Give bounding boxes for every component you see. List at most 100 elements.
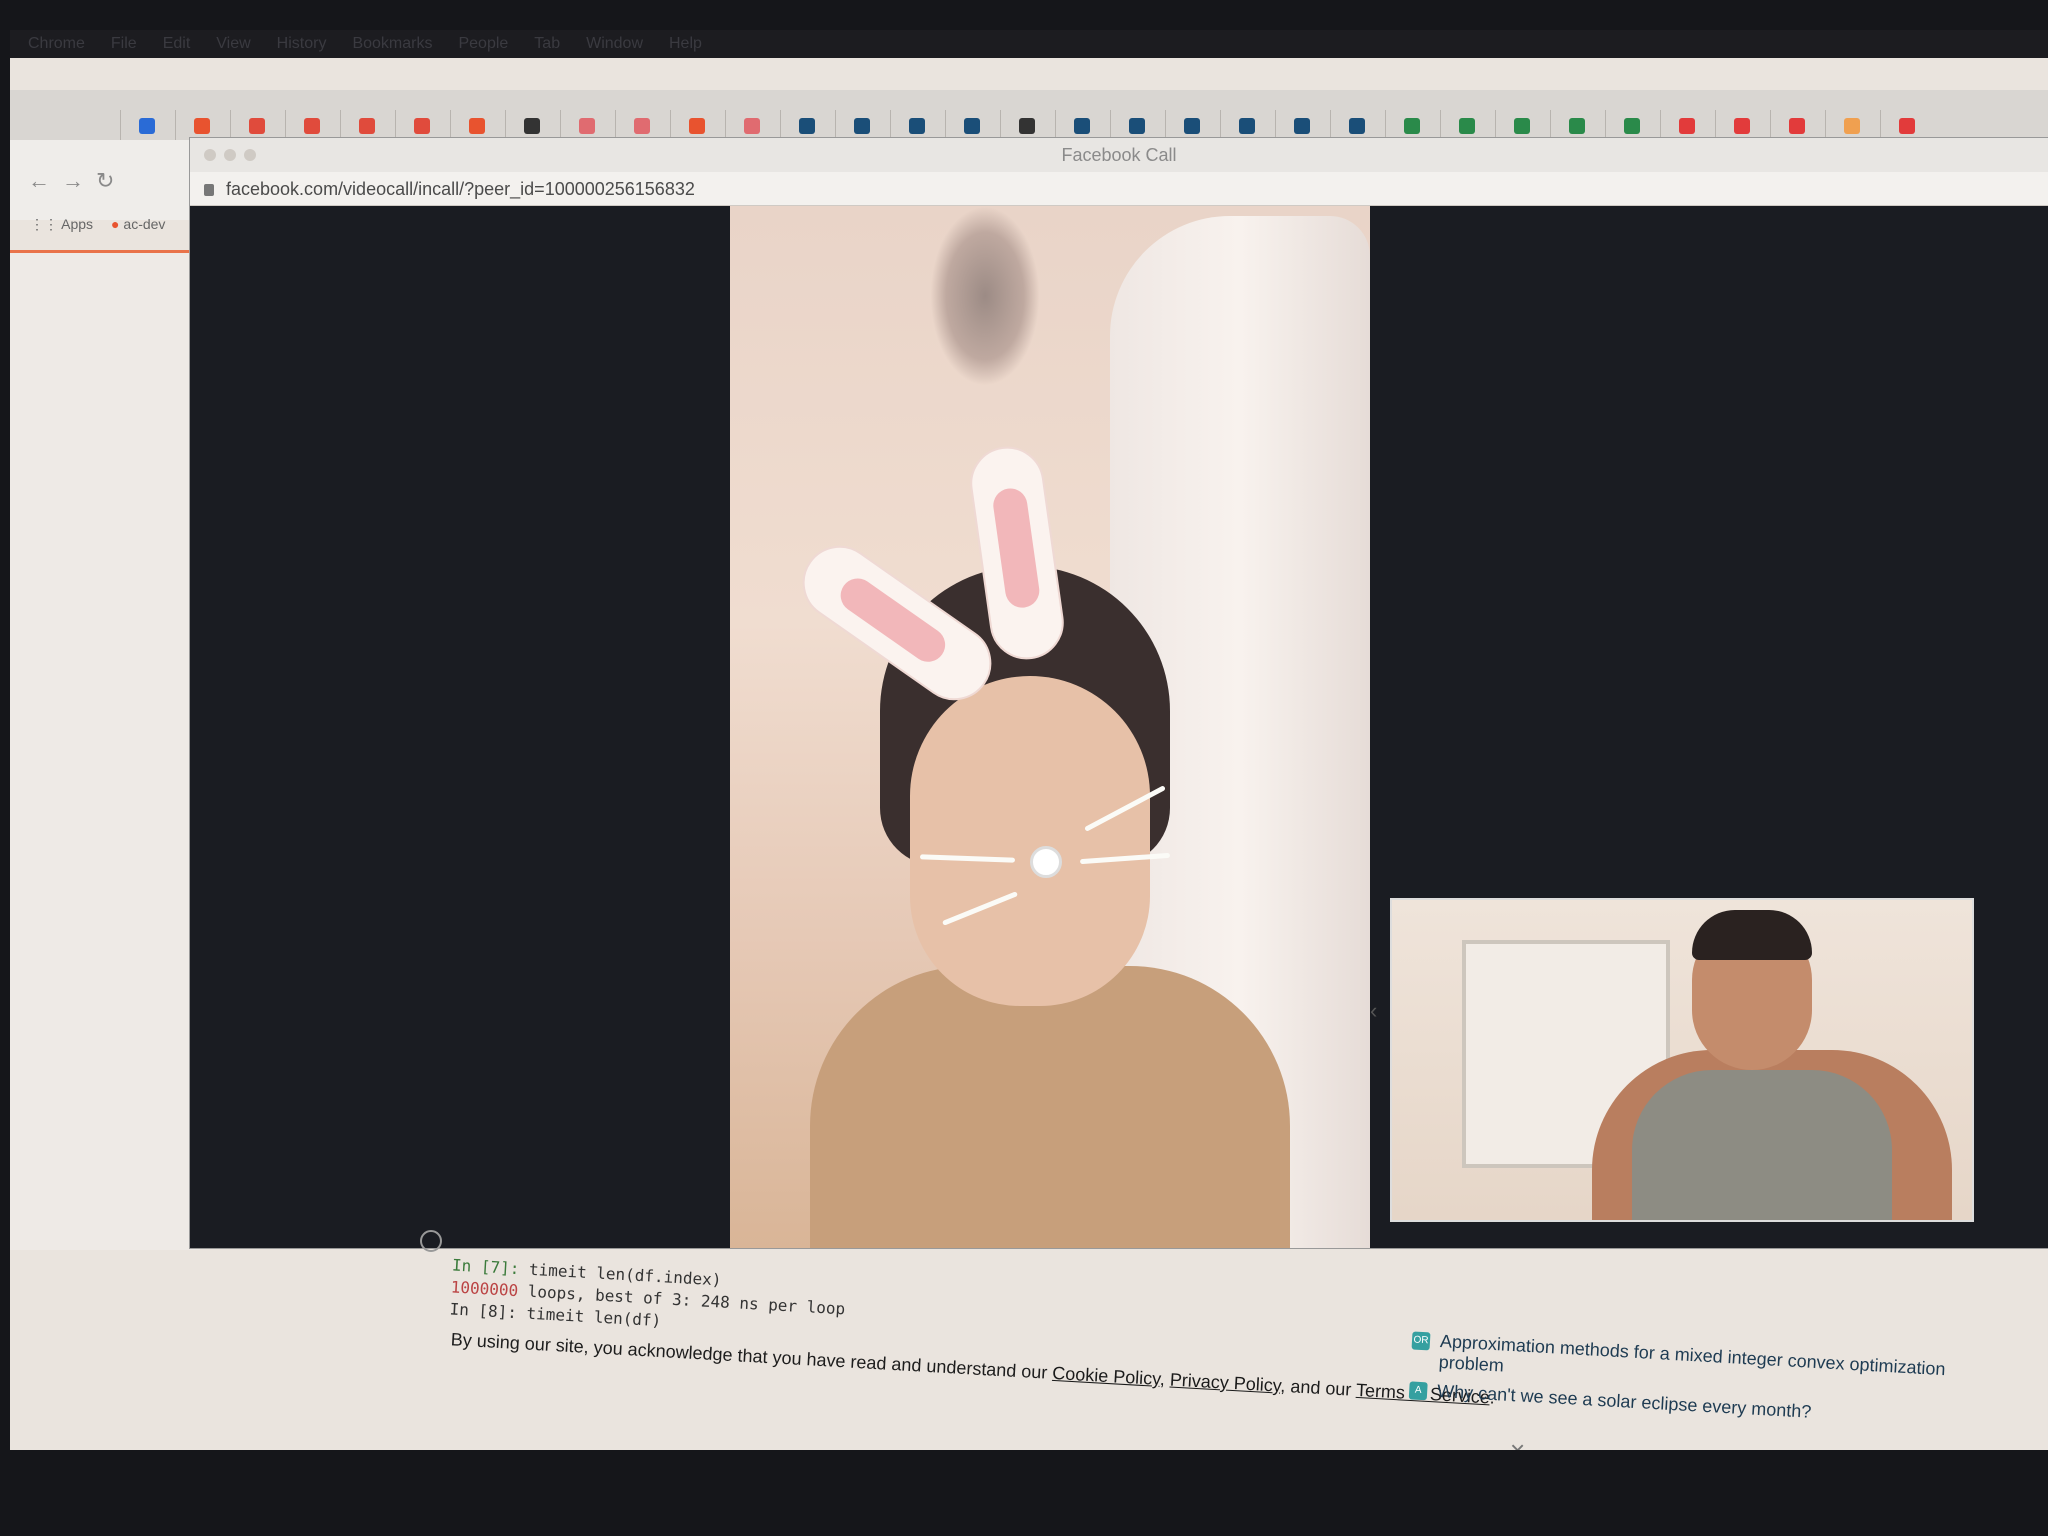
menu-item-view[interactable]: View bbox=[216, 35, 250, 53]
cell-status-icon bbox=[420, 1230, 442, 1252]
browser-tab[interactable] bbox=[560, 110, 615, 140]
facebook-call-window: Facebook Call facebook.com/videocall/inc… bbox=[190, 138, 2048, 1248]
back-browser-toolbar: ← → ↻ bbox=[10, 140, 200, 220]
chevron-left-icon[interactable]: ‹ bbox=[1370, 998, 1377, 1024]
browser-tab[interactable] bbox=[1495, 110, 1550, 140]
menu-item-window[interactable]: Window bbox=[586, 35, 643, 53]
bookmark-acdev[interactable]: ● ac-dev bbox=[111, 216, 165, 233]
s-icon bbox=[634, 118, 650, 134]
menu-item-help[interactable]: Help bbox=[669, 35, 702, 53]
browser-tab[interactable] bbox=[285, 110, 340, 140]
related-questions: OR Approximation methods for a mixed int… bbox=[1408, 1329, 1972, 1439]
browser-tab[interactable] bbox=[175, 110, 230, 140]
browser-tab[interactable] bbox=[1275, 110, 1330, 140]
menu-item-tab[interactable]: Tab bbox=[534, 35, 560, 53]
window-title-bar[interactable]: Facebook Call bbox=[190, 138, 2048, 172]
up-icon bbox=[1624, 118, 1640, 134]
browser-tab[interactable] bbox=[505, 110, 560, 140]
hair bbox=[1692, 910, 1812, 960]
bookmark-apps[interactable]: ⋮⋮ Apps bbox=[30, 216, 93, 233]
browser-tab[interactable] bbox=[1330, 110, 1385, 140]
browser-tab[interactable] bbox=[120, 110, 175, 140]
red-icon bbox=[1899, 118, 1915, 134]
bed-ornament bbox=[930, 206, 1040, 386]
privacy-policy-link[interactable]: Privacy Policy bbox=[1169, 1370, 1281, 1396]
browser-tab[interactable] bbox=[835, 110, 890, 140]
bunny-nose bbox=[1030, 846, 1062, 878]
github-icon bbox=[1019, 118, 1035, 134]
site-badge-icon: OR bbox=[1411, 1331, 1431, 1351]
url-text: facebook.com/videocall/incall/?peer_id=1… bbox=[226, 179, 695, 199]
fox-icon bbox=[469, 118, 485, 134]
minimize-window-button[interactable] bbox=[224, 149, 236, 161]
x-icon bbox=[1184, 118, 1200, 134]
browser-tab[interactable] bbox=[230, 110, 285, 140]
browser-tab[interactable] bbox=[1825, 110, 1880, 140]
k-icon bbox=[1734, 118, 1750, 134]
reload-icon[interactable]: ↻ bbox=[96, 168, 114, 194]
browser-tab[interactable] bbox=[780, 110, 835, 140]
browser-tab[interactable] bbox=[945, 110, 1000, 140]
menu-item-history[interactable]: History bbox=[277, 35, 327, 53]
remote-video-feed bbox=[730, 206, 1370, 1248]
browser-tab[interactable] bbox=[615, 110, 670, 140]
x-icon bbox=[1239, 118, 1255, 134]
x-icon bbox=[799, 118, 815, 134]
browser-tab[interactable] bbox=[1660, 110, 1715, 140]
x-icon bbox=[854, 118, 870, 134]
up-icon bbox=[1459, 118, 1475, 134]
browser-tab[interactable] bbox=[1605, 110, 1660, 140]
monitor-screen: Chrome File Edit View History Bookmarks … bbox=[10, 30, 2048, 1450]
zoom-window-button[interactable] bbox=[244, 149, 256, 161]
browser-tab[interactable] bbox=[1220, 110, 1275, 140]
browser-tab[interactable] bbox=[1165, 110, 1220, 140]
close-icon[interactable]: × bbox=[1510, 1435, 1525, 1450]
bookmarks-bar: ⋮⋮ Apps ● ac-dev bbox=[30, 216, 165, 233]
browser-tab[interactable] bbox=[1880, 110, 1935, 140]
back-arrow-icon[interactable]: ← bbox=[28, 168, 50, 194]
window-title: Facebook Call bbox=[1061, 145, 1177, 165]
github-icon bbox=[524, 118, 540, 134]
menu-item-bookmarks[interactable]: Bookmarks bbox=[352, 35, 432, 53]
browser-tab[interactable] bbox=[395, 110, 450, 140]
browser-tab[interactable] bbox=[1000, 110, 1055, 140]
site-badge-icon: A bbox=[1408, 1381, 1428, 1401]
address-bar[interactable]: facebook.com/videocall/incall/?peer_id=1… bbox=[190, 172, 2048, 206]
browser-tab[interactable] bbox=[725, 110, 780, 140]
menu-item-chrome[interactable]: Chrome bbox=[28, 35, 85, 53]
lock-icon bbox=[204, 184, 214, 197]
menu-item-people[interactable]: People bbox=[458, 35, 508, 53]
up-icon bbox=[964, 118, 980, 134]
browser-tab[interactable] bbox=[1440, 110, 1495, 140]
self-video-preview[interactable] bbox=[1390, 898, 1974, 1222]
forward-arrow-icon[interactable]: → bbox=[62, 168, 84, 194]
k-icon bbox=[1789, 118, 1805, 134]
up-icon bbox=[1074, 118, 1090, 134]
orange-icon bbox=[1844, 118, 1860, 134]
face bbox=[910, 676, 1150, 1006]
gmail-icon bbox=[249, 118, 265, 134]
menu-item-edit[interactable]: Edit bbox=[163, 35, 191, 53]
browser-tab[interactable] bbox=[1385, 110, 1440, 140]
up-icon bbox=[1404, 118, 1420, 134]
close-window-button[interactable] bbox=[204, 149, 216, 161]
browser-tab[interactable] bbox=[1110, 110, 1165, 140]
browser-tab[interactable] bbox=[670, 110, 725, 140]
cookie-policy-link[interactable]: Cookie Policy bbox=[1052, 1363, 1161, 1389]
browser-tab[interactable] bbox=[1055, 110, 1110, 140]
browser-tab[interactable] bbox=[1715, 110, 1770, 140]
browser-tab[interactable] bbox=[340, 110, 395, 140]
up-icon bbox=[1514, 118, 1530, 134]
browser-tab[interactable] bbox=[450, 110, 505, 140]
acdev-icon: ● bbox=[111, 216, 124, 232]
accent-line bbox=[10, 250, 200, 253]
browser-tab[interactable] bbox=[1770, 110, 1825, 140]
menu-item-file[interactable]: File bbox=[111, 35, 137, 53]
browser-tab[interactable] bbox=[1550, 110, 1605, 140]
x-icon bbox=[1349, 118, 1365, 134]
background-page bbox=[10, 250, 200, 1250]
gmail-icon bbox=[414, 118, 430, 134]
browser-tab[interactable] bbox=[890, 110, 945, 140]
x-icon bbox=[1294, 118, 1310, 134]
browser-tab-strip bbox=[10, 90, 2048, 140]
